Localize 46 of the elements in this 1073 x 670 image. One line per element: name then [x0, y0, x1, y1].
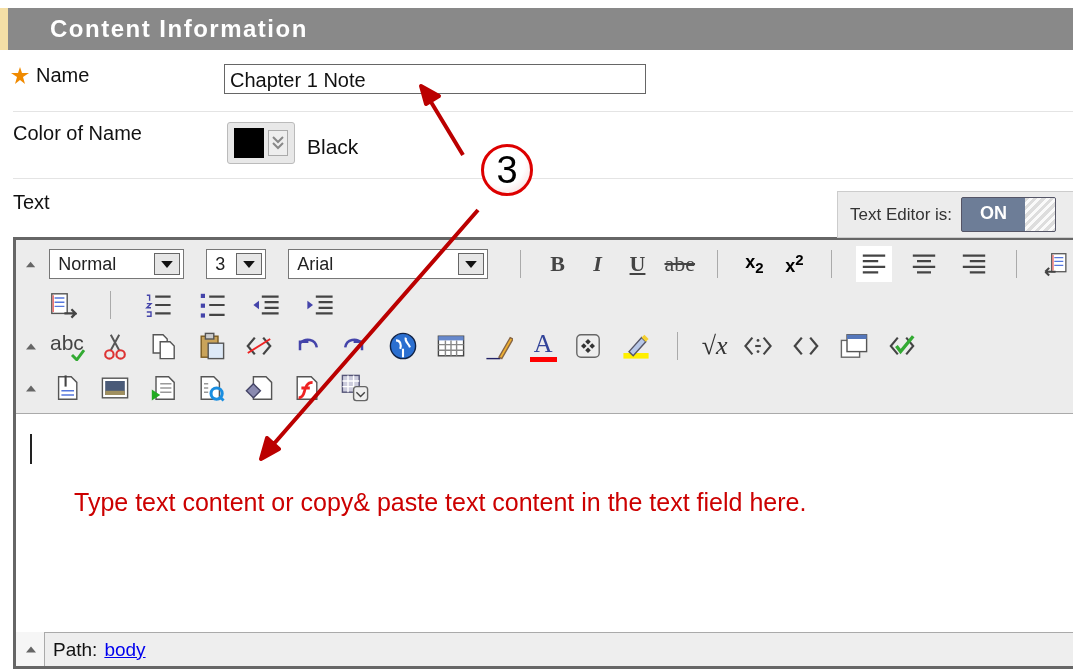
chevron-icon [268, 130, 288, 156]
dropdown[interactable]: Normal [49, 249, 185, 279]
field-label: Name [36, 64, 90, 87]
name-input-field[interactable]: Chapter 1 Note [224, 64, 646, 94]
format-button[interactable]: x$_{2}$ [741, 252, 768, 276]
collapse-icon[interactable] [26, 342, 36, 350]
format-button[interactable]: B [544, 251, 571, 277]
document-import-icon[interactable] [49, 291, 77, 319]
highlighter-icon[interactable] [621, 332, 650, 360]
format-button[interactable]: I [584, 251, 611, 277]
document-diamond-icon[interactable] [245, 374, 273, 402]
caret-icon [161, 260, 174, 268]
format-button[interactable]: U [624, 251, 651, 277]
caret-icon [243, 260, 256, 268]
spellcheck-button[interactable]: abc [50, 331, 84, 361]
bullet-list-icon[interactable] [198, 291, 226, 319]
collapse-icon[interactable] [26, 384, 36, 392]
caret-icon [464, 260, 477, 268]
section-title: Content Information [50, 15, 308, 43]
path-link[interactable]: body [104, 638, 146, 661]
color-name: Black [307, 135, 359, 159]
align-left-button[interactable] [856, 246, 893, 282]
field-label: Color of Name [13, 122, 142, 145]
globe-icon[interactable] [388, 332, 417, 360]
toggle-label: Text Editor is: [850, 204, 953, 225]
text-editor-toggle[interactable]: ON [961, 197, 1057, 232]
equation-button[interactable]: √x [701, 331, 728, 361]
collapse-icon[interactable] [26, 645, 36, 653]
dropdown[interactable]: Arial [288, 249, 488, 279]
document-play-icon[interactable] [149, 374, 177, 402]
instruction-note: Type text content or copy& paste text content in the text field here. [74, 488, 807, 517]
format-button[interactable]: x$^{2}$ [781, 251, 808, 277]
path-label: Path: [53, 638, 98, 661]
format-button[interactable]: abe [664, 251, 693, 277]
window-icon[interactable] [840, 332, 869, 360]
font-color-button[interactable]: A [529, 330, 557, 362]
grid-menu-icon[interactable] [341, 374, 369, 402]
embed-icon[interactable] [573, 332, 602, 360]
collapse-icon[interactable] [26, 260, 36, 268]
text-cursor [30, 434, 32, 464]
color-picker[interactable] [227, 122, 295, 164]
check-icon [69, 348, 86, 361]
step-badge: 3 [481, 144, 533, 196]
document-export-icon[interactable] [1044, 250, 1070, 278]
dropdown[interactable]: 3 [206, 249, 267, 279]
field-label: Text [13, 191, 50, 213]
